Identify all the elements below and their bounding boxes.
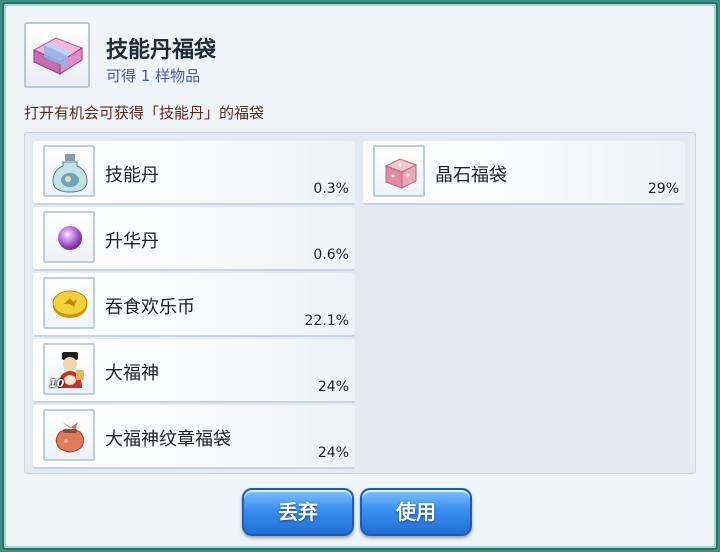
list-item[interactable]: 10 大福神 24% bbox=[33, 339, 355, 403]
use-button[interactable]: 使用 bbox=[360, 488, 472, 536]
drop-rate: 0.3% bbox=[313, 181, 349, 197]
item-name: 技能丹 bbox=[105, 165, 159, 186]
bag-description: 打开有机会可获得「技能丹」的福袋 bbox=[24, 104, 265, 122]
item-name: 升华丹 bbox=[105, 231, 159, 252]
potion-bottle-icon bbox=[43, 145, 95, 197]
drop-rate: 24% bbox=[317, 379, 349, 395]
item-quantity: 10 bbox=[49, 377, 65, 390]
purple-orb-icon bbox=[43, 211, 95, 263]
list-item[interactable]: 技能丹 0.3% bbox=[33, 141, 355, 205]
item-name: 大福神纹章福袋 bbox=[105, 429, 231, 450]
reward-list-panel: 技能丹 0.3% 升华丹 0.6% 吞食欢乐币 22.1% 10 大福神 24%… bbox=[24, 132, 696, 474]
item-name: 晶石福袋 bbox=[435, 165, 507, 186]
item-name: 吞食欢乐币 bbox=[105, 297, 195, 318]
gold-coin-icon bbox=[43, 277, 95, 329]
list-item[interactable]: 升华丹 0.6% bbox=[33, 207, 355, 271]
page-title: 技能丹福袋 bbox=[106, 38, 217, 63]
drop-rate: 29% bbox=[647, 181, 679, 197]
list-item[interactable]: 晶石福袋 29% bbox=[363, 141, 685, 205]
list-item[interactable]: 大福神纹章福袋 24% bbox=[33, 405, 355, 469]
gift-bag-window: 技能丹福袋 可得 1 样物品 打开有机会可获得「技能丹」的福袋 技能丹 0.3% bbox=[2, 2, 718, 550]
item-name: 大福神 bbox=[105, 363, 159, 384]
fortune-god-icon: 10 bbox=[43, 343, 95, 395]
drop-rate: 22.1% bbox=[304, 313, 349, 329]
discard-button[interactable]: 丢弃 bbox=[242, 488, 354, 536]
pink-crystal-box-icon bbox=[373, 145, 425, 197]
cloth-pouch-icon bbox=[43, 409, 95, 461]
gift-bag-icon bbox=[24, 22, 90, 88]
drop-rate: 0.6% bbox=[313, 247, 349, 263]
drop-rate: 24% bbox=[317, 445, 349, 461]
list-item[interactable]: 吞食欢乐币 22.1% bbox=[33, 273, 355, 337]
item-count-subtitle: 可得 1 样物品 bbox=[106, 67, 201, 85]
